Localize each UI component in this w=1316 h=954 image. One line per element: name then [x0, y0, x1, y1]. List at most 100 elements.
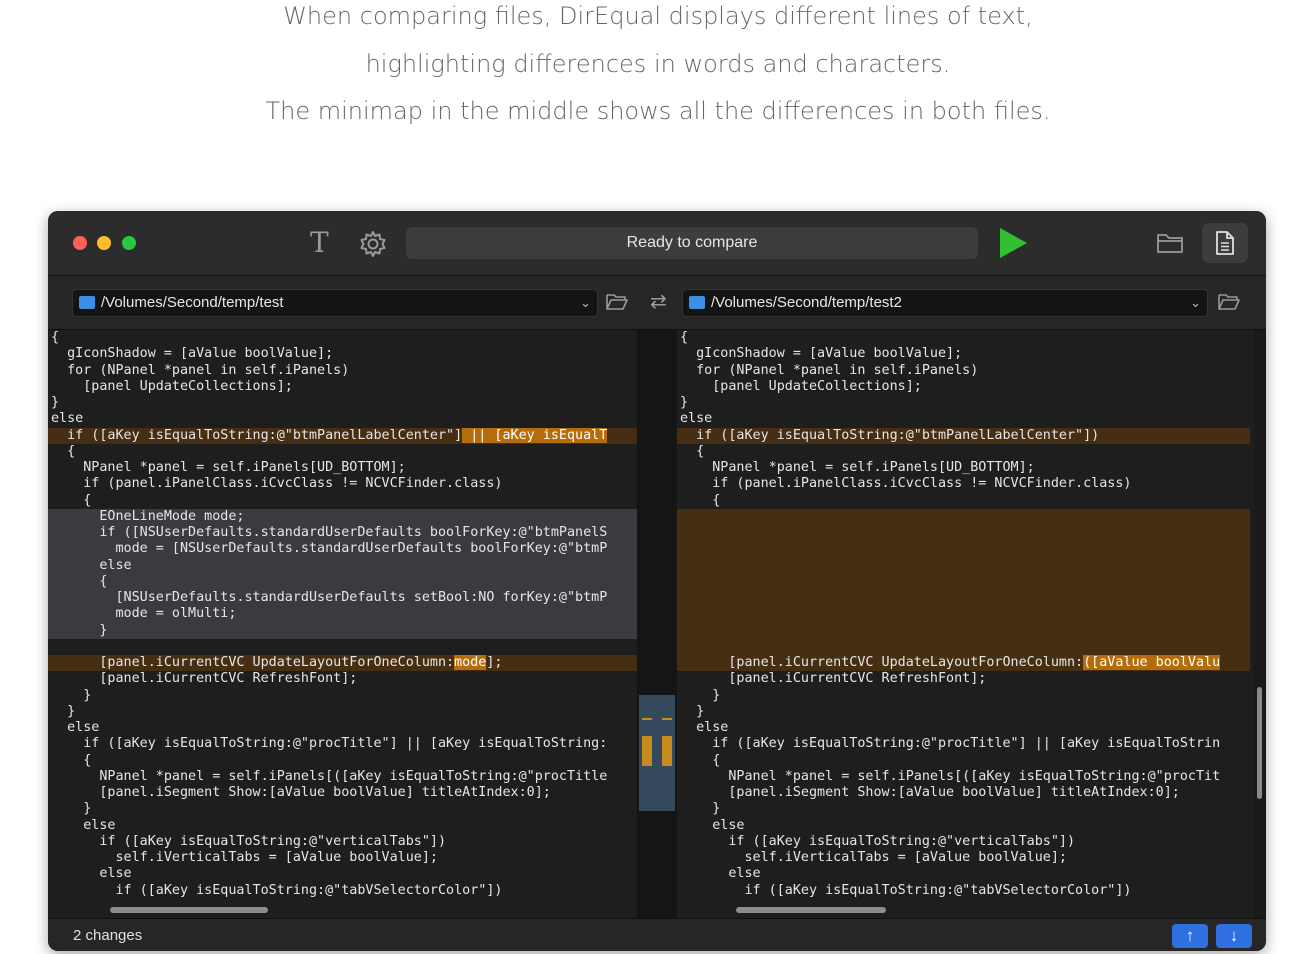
toolbar: T Ready to compare [48, 211, 1266, 276]
code-line: if ([aKey isEqualToString:@"verticalTabs… [51, 833, 447, 849]
code-line: { [680, 443, 705, 459]
text-mode-icon[interactable]: T [310, 227, 329, 259]
close-window-button[interactable] [73, 236, 87, 250]
right-code: { gIconShadow = [aValue boolValue]; for … [680, 330, 1221, 899]
code-line: if ([aKey isEqualToString:@"tabVSelector… [680, 882, 1132, 898]
code-line: if ([NSUserDefaults.standardUserDefaults… [51, 525, 608, 540]
code-line: { [51, 330, 60, 345]
code-line: } [680, 687, 721, 703]
status-footer: 2 changes ↑ ↓ [48, 918, 1266, 951]
code-line: NPanel *panel = self.iPanels[UD_BOTTOM]; [680, 460, 1035, 475]
code-line: else [680, 817, 745, 833]
left-path-select[interactable]: /Volumes/Second/temp/test ⌄ [72, 289, 598, 317]
minimap-marker [642, 718, 652, 720]
code-line: } [51, 703, 76, 719]
code-line: } [680, 703, 705, 719]
code-line: { [680, 752, 721, 768]
code-line: else [680, 411, 713, 427]
diff-word: ([aValue boolValu [1083, 655, 1221, 670]
code-line: [panel.iCurrentCVC UpdateLayoutForOneCol… [51, 655, 455, 670]
diff-word: || [aKey isEqualT [462, 427, 608, 443]
code-line: self.iVerticalTabs = [aValue boolValue]; [680, 850, 1067, 865]
diff-word: mode [454, 655, 487, 670]
code-line: for (NPanel *panel in self.iPanels) [51, 362, 350, 378]
code-line: } [51, 622, 108, 638]
code-line: else [51, 411, 84, 427]
right-editor[interactable]: { gIconShadow = [aValue boolValue]; for … [677, 330, 1250, 900]
folder-icon [79, 296, 95, 309]
folder-icon[interactable] [1156, 231, 1184, 255]
scrollbar-thumb[interactable] [736, 907, 886, 913]
code-line: if (panel.iPanelClass.iCvcClass != NCVCF… [680, 476, 1132, 492]
document-icon [1216, 231, 1234, 255]
minimap-marker [642, 736, 652, 766]
code-line: NPanel *panel = self.iPanels[([aKey isEq… [680, 768, 1221, 784]
folder-icon [689, 296, 705, 309]
code-line: if ([aKey isEqualToString:@"btmPanelLabe… [51, 427, 463, 443]
code-line: if ([aKey isEqualToString:@"btmPanelLabe… [680, 427, 1100, 443]
right-path-text: /Volumes/Second/temp/test2 [711, 294, 902, 311]
code-line: ]; [486, 655, 503, 670]
open-folder-icon[interactable] [1218, 293, 1240, 311]
play-icon[interactable] [1000, 228, 1027, 258]
code-line: } [51, 687, 92, 703]
code-line: { [680, 492, 721, 508]
path-bar: /Volumes/Second/temp/test ⌄ ⇄ /Volumes/S… [48, 276, 1266, 330]
code-line: NPanel *panel = self.iPanels[UD_BOTTOM]; [51, 460, 406, 475]
code-line: [panel UpdateCollections]; [680, 378, 922, 394]
code-line: else [51, 720, 100, 735]
left-path-text: /Volumes/Second/temp/test [101, 294, 284, 311]
code-line: mode = [NSUserDefaults.standardUserDefau… [51, 541, 608, 557]
next-change-button[interactable]: ↓ [1216, 924, 1252, 948]
swap-icon[interactable]: ⇄ [650, 290, 667, 314]
code-line: else [51, 557, 132, 573]
code-line: gIconShadow = [aValue boolValue]; [51, 346, 334, 362]
code-line: { [51, 492, 92, 508]
document-mode-button[interactable] [1202, 223, 1248, 263]
caption-line-3: The minimap in the middle shows all the … [265, 97, 1051, 125]
minimize-window-button[interactable] [97, 236, 111, 250]
zoom-window-button[interactable] [122, 236, 136, 250]
code-line: gIconShadow = [aValue boolValue]; [680, 346, 963, 362]
minimap-marker [662, 736, 672, 766]
code-line: EOneLineMode mode; [51, 508, 245, 524]
left-code: { gIconShadow = [aValue boolValue]; for … [51, 330, 608, 899]
code-line: } [51, 395, 60, 410]
code-line: else [680, 866, 761, 882]
chevron-down-icon: ⌄ [580, 295, 591, 310]
scrollbar-thumb[interactable] [110, 907, 268, 913]
left-editor[interactable]: { gIconShadow = [aValue boolValue]; for … [48, 330, 637, 900]
code-line: [panel UpdateCollections]; [51, 378, 293, 394]
code-line: } [680, 395, 689, 410]
code-line: self.iVerticalTabs = [aValue boolValue]; [51, 850, 438, 865]
diff-minimap[interactable] [637, 330, 677, 918]
changes-count: 2 changes [73, 927, 143, 944]
code-line: [panel.iCurrentCVC RefreshFont]; [680, 671, 987, 687]
code-line: if (panel.iPanelClass.iCvcClass != NCVCF… [51, 476, 503, 492]
code-line: [NSUserDefaults.standardUserDefaults set… [51, 590, 608, 605]
code-line: [panel.iSegment Show:[aValue boolValue] … [680, 785, 1180, 800]
direqual-window: T Ready to compare /Volumes/Second/temp/… [48, 211, 1266, 951]
code-line: if ([aKey isEqualToString:@"tabVSelector… [51, 882, 503, 898]
right-vertical-scrollbar[interactable] [1254, 330, 1266, 918]
code-line: } [51, 801, 92, 817]
code-line: } [680, 801, 721, 817]
code-line: if ([aKey isEqualToString:@"verticalTabs… [680, 833, 1076, 849]
code-line: mode = olMulti; [51, 606, 237, 622]
code-line: { [680, 330, 689, 345]
minimap-marker [662, 718, 672, 720]
code-line: [panel.iCurrentCVC UpdateLayoutForOneCol… [680, 655, 1084, 670]
caption-line-2: highlighting differences in words and ch… [365, 50, 951, 78]
previous-change-button[interactable]: ↑ [1172, 924, 1208, 948]
code-line: if ([aKey isEqualToString:@"procTitle"] … [680, 736, 1221, 752]
gear-icon[interactable] [359, 230, 387, 258]
open-folder-icon[interactable] [606, 293, 628, 311]
code-line: else [51, 817, 116, 833]
right-horizontal-scrollbar[interactable] [677, 900, 1254, 918]
left-horizontal-scrollbar[interactable] [48, 900, 637, 918]
code-line: { [51, 443, 76, 459]
code-line: if ([aKey isEqualToString:@"procTitle"] … [51, 736, 608, 752]
code-line: { [51, 752, 92, 768]
right-path-select[interactable]: /Volumes/Second/temp/test2 ⌄ [682, 289, 1208, 317]
scrollbar-thumb[interactable] [1257, 687, 1262, 799]
